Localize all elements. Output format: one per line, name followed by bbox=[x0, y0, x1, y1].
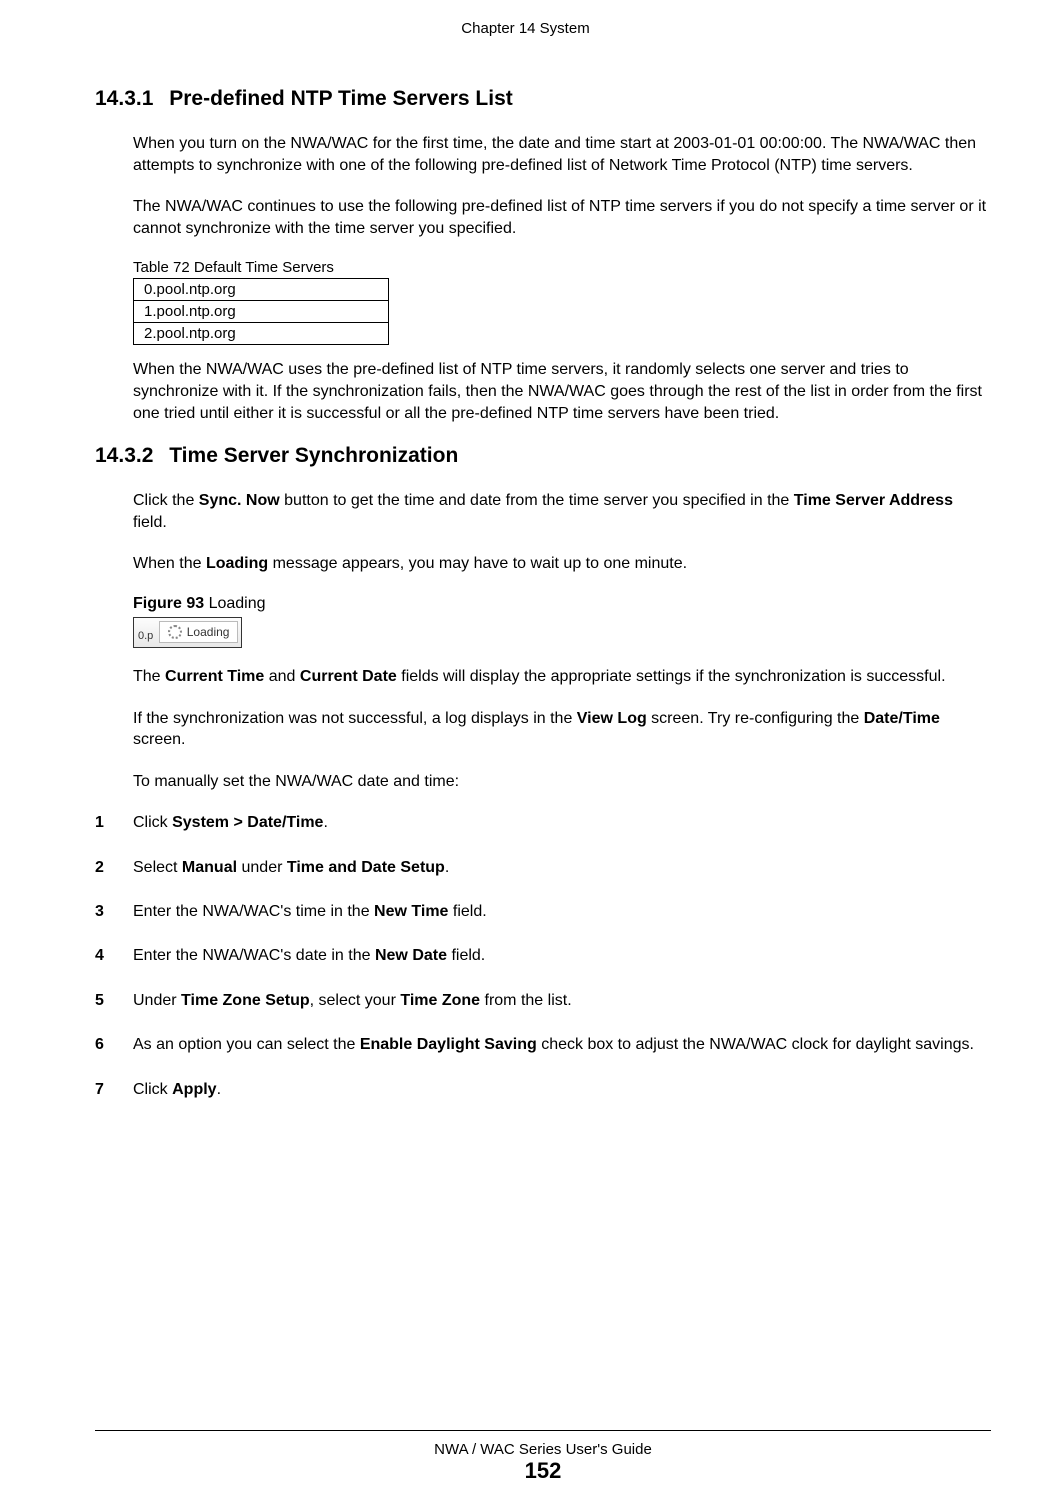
section-title: Pre-defined NTP Time Servers List bbox=[169, 87, 513, 111]
loading-figure: 0.p Loading bbox=[133, 617, 242, 648]
footer-title: NWA / WAC Series User's Guide bbox=[95, 1441, 991, 1458]
table-cell: 1.pool.ntp.org bbox=[134, 301, 389, 323]
loading-text: Loading bbox=[187, 625, 230, 639]
loading-popup: Loading bbox=[159, 621, 239, 643]
paragraph: To manually set the NWA/WAC date and tim… bbox=[133, 771, 991, 793]
paragraph: The Current Time and Current Date fields… bbox=[133, 666, 991, 688]
page-footer: NWA / WAC Series User's Guide 152 bbox=[95, 1430, 991, 1484]
section-heading-14-3-2: 14.3.2 Time Server Synchronization bbox=[95, 444, 991, 468]
paragraph: Click the Sync. Now button to get the ti… bbox=[133, 490, 991, 533]
chapter-title: Chapter 14 System bbox=[461, 20, 589, 37]
table-cell: 0.pool.ntp.org bbox=[134, 279, 389, 301]
list-item: 6 As an option you can select the Enable… bbox=[95, 1034, 991, 1056]
table-row: 0.pool.ntp.org bbox=[134, 279, 389, 301]
ntp-servers-table: 0.pool.ntp.org 1.pool.ntp.org 2.pool.ntp… bbox=[133, 278, 389, 345]
spinner-icon bbox=[168, 625, 182, 639]
figure-caption: Figure 93 Loading bbox=[133, 595, 991, 613]
table-row: 2.pool.ntp.org bbox=[134, 323, 389, 345]
loading-backdrop-text: 0.p bbox=[137, 628, 154, 644]
list-item: 7 Click Apply. bbox=[95, 1079, 991, 1101]
list-item: 3 Enter the NWA/WAC's time in the New Ti… bbox=[95, 901, 991, 923]
paragraph: The NWA/WAC continues to use the followi… bbox=[133, 196, 991, 239]
manual-steps-list: 1 Click System > Date/Time. 2 Select Man… bbox=[95, 812, 991, 1101]
list-item: 1 Click System > Date/Time. bbox=[95, 812, 991, 834]
paragraph: When the Loading message appears, you ma… bbox=[133, 553, 991, 575]
table-cell: 2.pool.ntp.org bbox=[134, 323, 389, 345]
paragraph: When you turn on the NWA/WAC for the fir… bbox=[133, 133, 991, 176]
list-item: 4 Enter the NWA/WAC's date in the New Da… bbox=[95, 945, 991, 967]
section-heading-14-3-1: 14.3.1 Pre-defined NTP Time Servers List bbox=[95, 87, 991, 111]
section-number: 14.3.2 bbox=[95, 444, 153, 468]
page-number: 152 bbox=[95, 1458, 991, 1484]
page-header: Chapter 14 System bbox=[0, 0, 1051, 67]
paragraph: If the synchronization was not successfu… bbox=[133, 708, 991, 751]
table-caption: Table 72 Default Time Servers bbox=[133, 259, 991, 276]
list-item: 5 Under Time Zone Setup, select your Tim… bbox=[95, 990, 991, 1012]
table-row: 1.pool.ntp.org bbox=[134, 301, 389, 323]
list-item: 2 Select Manual under Time and Date Setu… bbox=[95, 857, 991, 879]
section-number: 14.3.1 bbox=[95, 87, 153, 111]
paragraph: When the NWA/WAC uses the pre-defined li… bbox=[133, 359, 991, 424]
section-title: Time Server Synchronization bbox=[169, 444, 458, 468]
